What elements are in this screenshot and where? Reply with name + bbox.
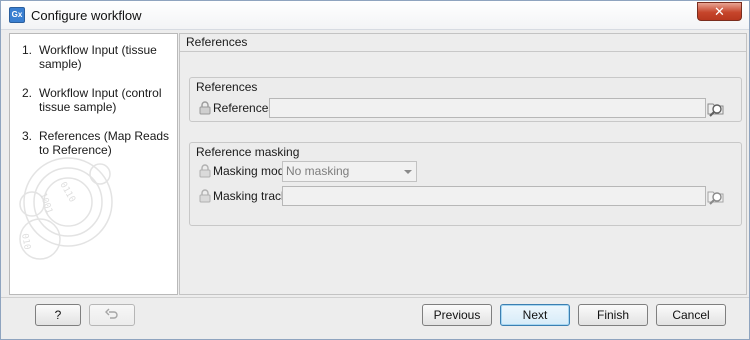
svg-text:0110: 0110 [57,181,77,205]
watermark-decoration: 1001 0110 010 [19,157,113,260]
help-button[interactable]: ? [35,304,81,326]
window-title: Configure workflow [31,8,142,23]
page-title: References [186,35,248,49]
chevron-down-icon [404,170,412,174]
lock-icon [199,101,211,115]
references-field[interactable] [269,98,706,118]
step-label: Workflow Input (tissue sample) [39,43,157,71]
masking-track-label: Masking track [213,189,288,203]
svg-text:1001: 1001 [37,192,54,216]
masking-track-field[interactable] [282,186,706,206]
step-number: 1. [22,43,33,57]
close-button[interactable]: ✕ [697,2,742,21]
next-button[interactable]: Next [500,304,570,326]
configure-workflow-dialog: Gx Configure workflow ✕ 1. Workflow Inpu… [0,0,750,340]
group-title: Reference masking [196,145,300,159]
reset-button[interactable] [89,304,135,326]
step-workflow-input-control: 2. Workflow Input (control tissue sample… [22,86,172,114]
step-number: 2. [22,86,33,100]
masking-mode-value: No masking [286,164,350,178]
references-group: References References [189,77,742,122]
app-icon: Gx [9,7,25,23]
step-label: Workflow Input (control tissue sample) [39,86,162,114]
group-title: References [196,80,258,94]
undo-icon [105,308,118,319]
cancel-button[interactable]: Cancel [656,304,726,326]
title-divider [180,51,746,52]
step-number: 3. [22,129,33,143]
masking-mode-dropdown[interactable]: No masking [282,161,417,182]
svg-text:010: 010 [19,233,32,251]
previous-button[interactable]: Previous [422,304,492,326]
browse-folder-icon[interactable] [707,187,725,205]
content-panel: References References References Referen… [179,33,747,295]
masking-mode-label: Masking mode [213,164,292,178]
footer-divider [1,297,749,298]
step-workflow-input-tissue: 1. Workflow Input (tissue sample) [22,43,172,71]
reference-masking-group: Reference masking Masking mode No maskin… [189,142,742,226]
title-bar[interactable]: Gx Configure workflow ✕ [1,1,749,30]
lock-icon [199,164,211,178]
references-label: References [213,101,275,115]
steps-sidebar: 1. Workflow Input (tissue sample) 2. Wor… [9,33,178,295]
finish-button[interactable]: Finish [578,304,648,326]
browse-folder-icon[interactable] [707,99,725,117]
lock-icon [199,189,211,203]
